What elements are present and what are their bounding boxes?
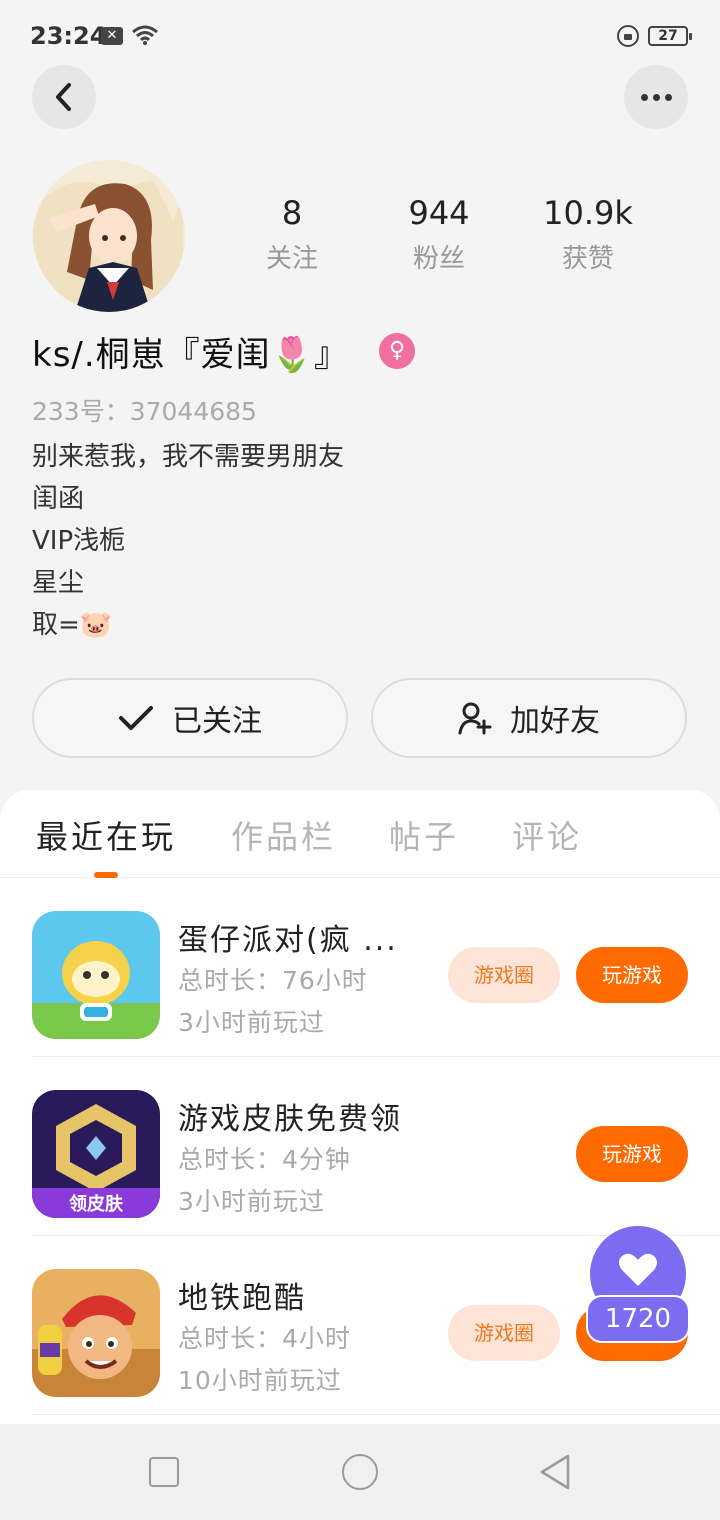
- user-id[interactable]: 233号：37044685: [32, 392, 257, 428]
- avatar-image: [33, 160, 185, 312]
- tab-works[interactable]: 作品栏: [231, 812, 336, 858]
- bio-line: 别来惹我，我不需要男朋友: [32, 442, 345, 472]
- profile-name: ks/.桐崽『爱闺🌷』: [32, 334, 349, 375]
- notification-icon: ✕: [101, 27, 123, 45]
- status-bar: 23:24 ✕ 27: [0, 0, 720, 72]
- game-title: 地铁跑酷: [178, 1281, 306, 1316]
- checkmark-icon: [118, 704, 154, 732]
- game-last-played: 3小时前玩过: [178, 1008, 325, 1037]
- game-circle-button[interactable]: 游戏圈: [448, 947, 560, 1003]
- bio-line: 闺函: [32, 484, 85, 514]
- bio-line: VIP浅栀: [32, 526, 126, 556]
- skin-app-icon: 领皮肤: [32, 1090, 160, 1218]
- back-nav-button[interactable]: [538, 1452, 572, 1492]
- divider: [32, 1056, 720, 1057]
- back-button[interactable]: [32, 65, 96, 129]
- status-time: 23:24: [30, 22, 107, 50]
- divider: [32, 1414, 720, 1415]
- game-duration: 总时长：4分钟: [178, 1145, 351, 1174]
- like-count: 1720: [586, 1295, 690, 1343]
- game-title: 游戏皮肤免费领: [178, 1102, 402, 1137]
- add-user-icon: [458, 701, 492, 735]
- name-row: ks/.桐崽『爱闺🌷』 ♀: [32, 326, 415, 376]
- stat-following[interactable]: 8 关注: [222, 193, 362, 277]
- game-row-skin-app[interactable]: 领皮肤 游戏皮肤免费领 总时长：4分钟 3小时前玩过 玩游戏: [0, 1058, 720, 1236]
- home-button[interactable]: [342, 1454, 378, 1490]
- battery-indicator: 27: [648, 26, 692, 46]
- tab-recently-played[interactable]: 最近在玩: [36, 812, 176, 858]
- game-duration: 总时长：76小时: [178, 966, 368, 995]
- more-dots-icon: [640, 93, 672, 101]
- fans-count: 944: [408, 194, 470, 232]
- chevron-left-icon: [56, 83, 71, 111]
- game-title: 蛋仔派对(疯 ...: [178, 923, 398, 958]
- eggy-party-icon: [32, 911, 160, 1039]
- system-nav-bar: [0, 1424, 720, 1520]
- game-last-played: 10小时前玩过: [178, 1366, 342, 1395]
- game-circle-button[interactable]: 游戏圈: [448, 1305, 560, 1361]
- heart-icon: [619, 1253, 657, 1286]
- wifi-icon: [132, 25, 158, 45]
- bio: 别来惹我，我不需要男朋友 闺函 VIP浅栀 星尘 取=🐷: [32, 436, 344, 646]
- add-friend-label: 加好友: [510, 704, 600, 739]
- female-icon: ♀: [379, 333, 415, 369]
- game-duration: 总时长：4小时: [178, 1324, 351, 1353]
- stat-likes[interactable]: 10.9k 获赞: [518, 193, 658, 277]
- rotation-lock-icon: [617, 25, 639, 47]
- likes-count: 10.9k: [543, 194, 633, 232]
- tab-comments[interactable]: 评论: [512, 812, 582, 858]
- avatar[interactable]: [33, 160, 185, 312]
- game-last-played: 3小时前玩过: [178, 1187, 325, 1216]
- stat-fans[interactable]: 944 粉丝: [369, 193, 509, 277]
- followed-button[interactable]: 已关注: [32, 678, 348, 758]
- following-label: 关注: [265, 244, 318, 274]
- recent-apps-button[interactable]: [149, 1457, 179, 1487]
- game-row-eggy-party[interactable]: 蛋仔派对(疯 ... 总时长：76小时 3小时前玩过 游戏圈 玩游戏: [0, 879, 720, 1057]
- fans-label: 粉丝: [412, 244, 465, 274]
- likes-label: 获赞: [561, 244, 614, 274]
- following-count: 8: [281, 194, 303, 232]
- subway-surfers-icon: [32, 1269, 160, 1397]
- add-friend-button[interactable]: 加好友: [371, 678, 687, 758]
- active-tab-indicator: [94, 872, 118, 878]
- more-options-button[interactable]: [624, 65, 688, 129]
- bio-line: 取=🐷: [32, 610, 113, 640]
- play-game-button[interactable]: 玩游戏: [576, 1126, 688, 1182]
- bio-line: 星尘: [32, 568, 85, 598]
- play-game-button[interactable]: 玩游戏: [576, 947, 688, 1003]
- tab-bar: 最近在玩 作品栏 帖子 评论: [0, 790, 720, 878]
- followed-label: 已关注: [172, 704, 262, 739]
- tab-posts[interactable]: 帖子: [389, 812, 459, 858]
- skin-app-icon-text: 领皮肤: [69, 1193, 124, 1215]
